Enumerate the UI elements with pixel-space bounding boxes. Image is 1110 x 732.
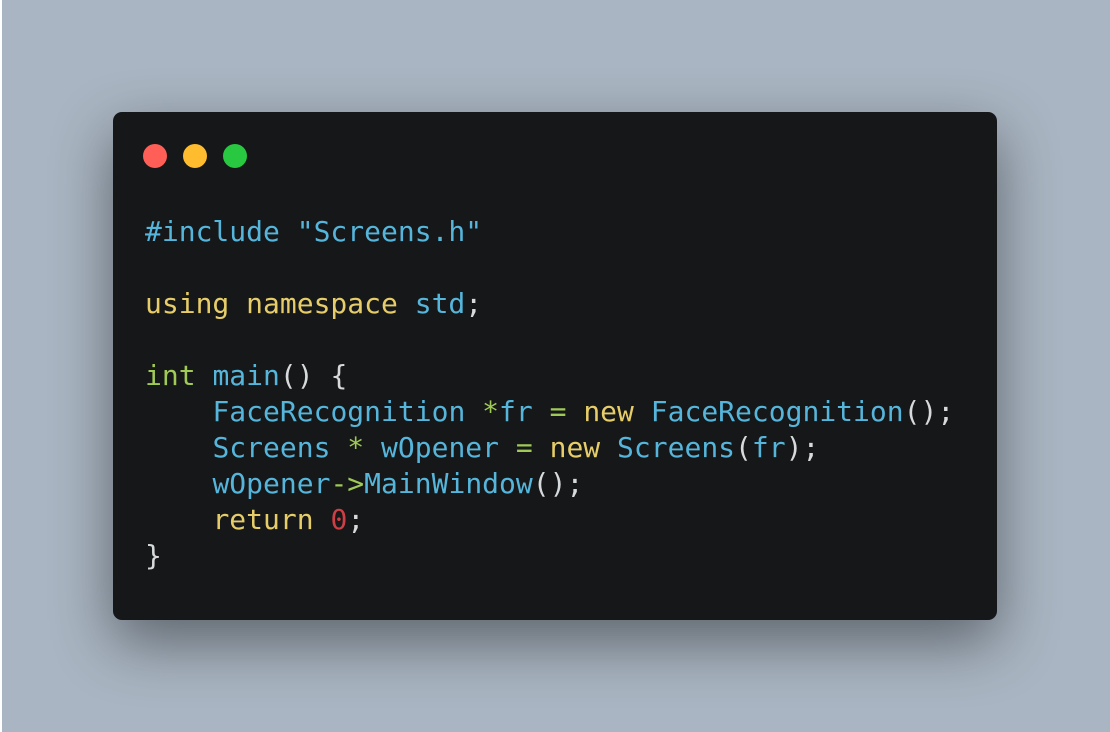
code-token: * bbox=[347, 431, 382, 464]
code-token: ); bbox=[785, 431, 820, 464]
code-line: Screens * wOpener = new Screens(fr); bbox=[145, 430, 954, 466]
maximize-dot[interactable] bbox=[223, 144, 247, 168]
code-token: std bbox=[414, 287, 466, 320]
code-token: main bbox=[212, 359, 280, 392]
code-token: new bbox=[549, 431, 618, 464]
code-line: } bbox=[145, 538, 954, 574]
code-token: wOpener bbox=[381, 431, 516, 464]
code-token: MainWindow bbox=[364, 467, 533, 500]
left-edge-strip bbox=[0, 0, 2, 732]
code-line: #include "Screens.h" bbox=[145, 214, 954, 250]
code-line: wOpener->MainWindow(); bbox=[145, 466, 954, 502]
code-token: Screens bbox=[212, 431, 348, 464]
code-token: = bbox=[515, 431, 550, 464]
code-token: #include "Screens.h" bbox=[145, 215, 483, 248]
code-token: (); bbox=[532, 467, 584, 500]
code-token: = bbox=[549, 395, 584, 428]
code-token: wOpener bbox=[212, 467, 331, 500]
code-line: using namespace std; bbox=[145, 286, 954, 322]
code-block: #include "Screens.h" using namespace std;… bbox=[145, 214, 954, 574]
code-window: #include "Screens.h" using namespace std;… bbox=[113, 112, 997, 620]
code-token: ; bbox=[347, 503, 365, 536]
code-token: using namespace bbox=[145, 287, 415, 320]
code-token: * bbox=[482, 395, 500, 428]
code-token: } bbox=[145, 539, 162, 572]
code-token: FaceRecognition bbox=[650, 395, 904, 428]
code-token: return bbox=[212, 503, 331, 536]
code-token: ; bbox=[465, 287, 483, 320]
code-token: int bbox=[145, 359, 213, 392]
code-token: (); bbox=[903, 395, 955, 428]
code-line: int main() { bbox=[145, 358, 954, 394]
code-token: -> bbox=[330, 467, 365, 500]
code-token: Screens bbox=[617, 431, 736, 464]
code-token: fr bbox=[499, 395, 550, 428]
close-dot[interactable] bbox=[143, 144, 167, 168]
code-token: fr bbox=[751, 431, 786, 464]
code-line: return 0; bbox=[145, 502, 954, 538]
code-token: new bbox=[583, 395, 651, 428]
code-token: () { bbox=[279, 359, 348, 392]
minimize-dot[interactable] bbox=[183, 144, 207, 168]
code-line: FaceRecognition *fr = new FaceRecognitio… bbox=[145, 394, 954, 430]
code-token: 0 bbox=[330, 503, 348, 536]
code-token: FaceRecognition bbox=[212, 395, 483, 428]
code-token: ( bbox=[735, 431, 752, 464]
